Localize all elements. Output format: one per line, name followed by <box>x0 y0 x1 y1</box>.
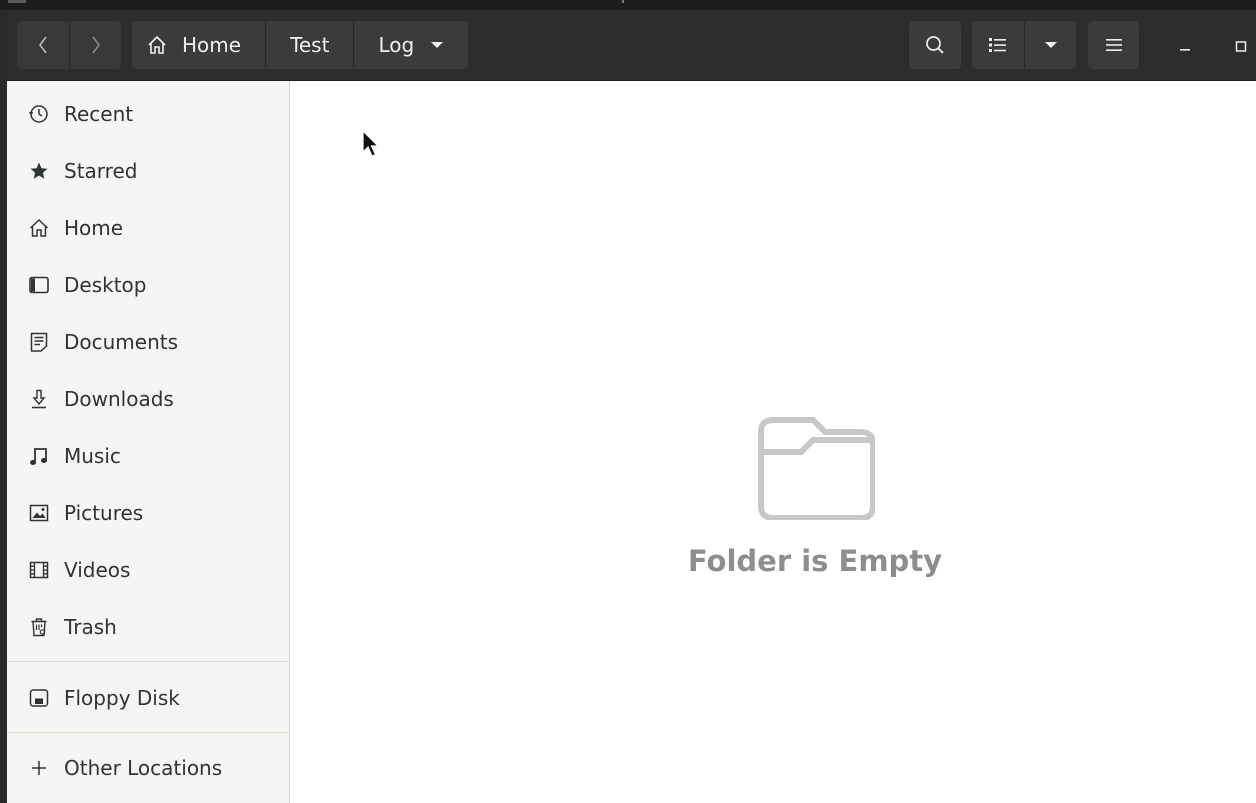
trash-icon <box>27 615 51 639</box>
sidebar-item-label: Trash <box>64 615 117 639</box>
view-options-button[interactable] <box>1024 21 1076 69</box>
crumb-test[interactable]: Test <box>265 21 353 69</box>
star-icon <box>27 159 51 183</box>
chevron-left-icon <box>39 36 47 54</box>
sidebar-item-label: Other Locations <box>64 756 223 780</box>
sidebar-item-music[interactable]: Music <box>7 431 290 481</box>
search-button[interactable] <box>909 21 961 69</box>
sidebar-item-recent[interactable]: Recent <box>7 89 290 139</box>
sidebar-divider <box>7 732 290 733</box>
search-icon <box>926 36 944 54</box>
maximize-button[interactable] <box>1226 30 1256 62</box>
floppy-disk-icon <box>27 686 51 710</box>
document-icon <box>27 330 51 354</box>
list-view-button[interactable] <box>972 21 1024 69</box>
video-icon <box>27 558 51 582</box>
sidebar-divider <box>7 661 290 662</box>
sidebar-item-downloads[interactable]: Downloads <box>7 374 290 424</box>
download-icon <box>27 387 51 411</box>
minimize-icon <box>1180 49 1190 51</box>
sidebar-item-label: Documents <box>64 330 179 354</box>
sidebar-item-pictures[interactable]: Pictures <box>7 488 290 538</box>
crumb-log[interactable]: Log <box>353 21 468 69</box>
sidebar-item-label: Floppy Disk <box>64 686 180 710</box>
home-icon <box>148 35 166 54</box>
home-icon <box>27 216 51 240</box>
sidebar-item-desktop[interactable]: Desktop <box>7 260 290 310</box>
sidebar-item-other-locations[interactable]: Other Locations <box>7 743 290 793</box>
folder-icon <box>758 417 875 520</box>
navigation-buttons <box>17 21 121 69</box>
sidebar-item-documents[interactable]: Documents <box>7 317 290 367</box>
view-toggle <box>972 21 1076 69</box>
picture-icon <box>27 501 51 525</box>
app-menu-mark <box>8 0 26 3</box>
sidebar-item-label: Home <box>64 216 124 240</box>
list-view-icon <box>989 38 1006 52</box>
sidebar-item-label: Music <box>64 444 121 468</box>
minimize-button[interactable] <box>1165 30 1205 62</box>
sidebar-item-home[interactable]: Home <box>7 203 290 253</box>
window-top-strip <box>0 0 1256 10</box>
music-icon <box>27 444 51 468</box>
hamburger-icon <box>1105 39 1122 51</box>
sidebar-item-videos[interactable]: Videos <box>7 545 290 595</box>
sidebar-item-label: Videos <box>64 558 131 582</box>
sidebar-item-floppy-disk[interactable]: Floppy Disk <box>7 673 290 723</box>
desktop-icon <box>27 273 51 297</box>
crumb-home-label: Home <box>182 33 242 57</box>
crumb-home[interactable]: Home <box>132 21 265 69</box>
caret-down-icon <box>431 42 444 48</box>
sidebar-item-label: Starred <box>64 159 138 183</box>
title-dot <box>622 0 624 3</box>
sidebar-item-label: Recent <box>64 102 134 126</box>
main-menu-button[interactable] <box>1088 21 1139 69</box>
clock-icon <box>27 102 51 126</box>
mouse-cursor-icon <box>362 130 380 157</box>
crumb-log-label: Log <box>378 33 415 57</box>
plus-icon <box>27 756 51 780</box>
path-bar: Home Test Log <box>132 21 469 69</box>
sidebar-item-label: Pictures <box>64 501 144 525</box>
forward-button[interactable] <box>69 21 121 69</box>
sidebar-item-trash[interactable]: Trash <box>7 602 290 652</box>
crumb-test-label: Test <box>290 33 330 57</box>
caret-down-icon <box>1044 42 1057 48</box>
file-view[interactable]: Folder is Empty <box>290 81 1256 803</box>
places-sidebar: Recent Starred Home Desktop Documents Do… <box>7 81 290 803</box>
back-button[interactable] <box>17 21 69 69</box>
sidebar-item-starred[interactable]: Starred <box>7 146 290 196</box>
sidebar-item-label: Downloads <box>64 387 174 411</box>
empty-folder-message: Folder is Empty <box>687 544 943 578</box>
sidebar-item-label: Desktop <box>64 273 147 297</box>
chevron-right-icon <box>91 36 100 54</box>
maximize-icon <box>1235 41 1247 52</box>
window-left-edge <box>0 10 7 803</box>
